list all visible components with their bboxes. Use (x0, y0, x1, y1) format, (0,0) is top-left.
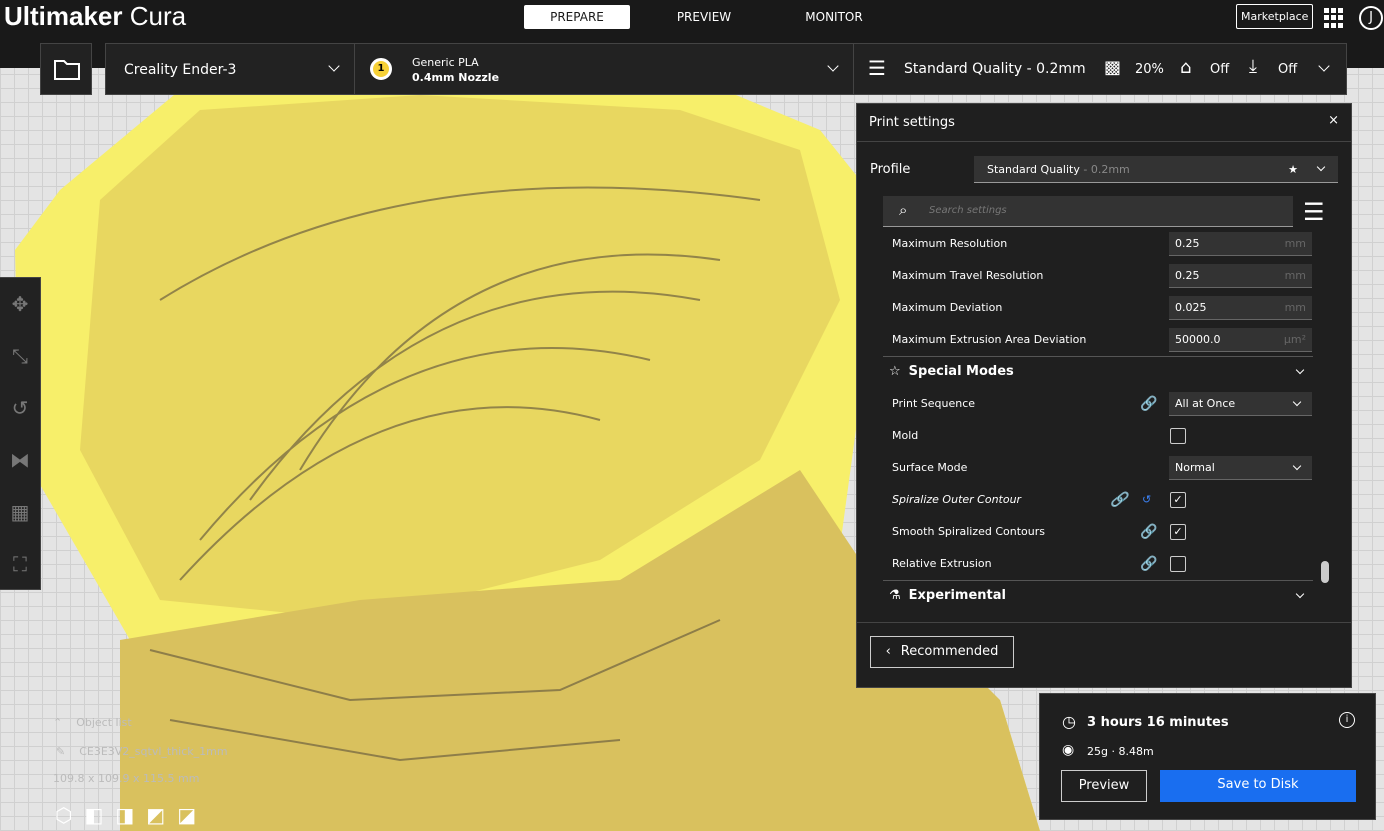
setting-input[interactable]: 0.025 mm (1169, 296, 1312, 320)
tab-prepare[interactable]: PREPARE (524, 5, 630, 29)
rotate-tool-icon[interactable]: ↺ (0, 382, 40, 434)
spool-icon: ◉ (1062, 742, 1075, 758)
profile-dropdown[interactable]: Standard Quality - 0.2mm ★ (974, 156, 1338, 183)
adhesion-value: Off (1278, 62, 1298, 77)
object-name[interactable]: ✎ CE3E3V2_sqtvl_thick_1mm (56, 745, 228, 758)
category-experimental[interactable]: ⚗ Experimental (883, 580, 1313, 612)
scale-tool-icon[interactable]: ⤡ (0, 330, 40, 382)
extruder-badge: 1 (370, 58, 392, 80)
quality-profile: Standard Quality - 0.2mm (904, 61, 1086, 77)
infill-icon: ▩ (1104, 57, 1122, 78)
mold-checkbox[interactable] (1170, 428, 1186, 444)
panel-title: Print settings (869, 115, 955, 130)
view-top-icon[interactable]: ◨ (115, 803, 134, 827)
material-name: Generic PLA (412, 56, 479, 69)
printer-selector[interactable]: Creality Ender-3 (105, 43, 355, 95)
info-icon[interactable]: i (1339, 712, 1355, 728)
material-usage: 25g · 8.48m (1087, 745, 1154, 758)
link-icon: 🔗 (1140, 396, 1158, 412)
surface-mode-dropdown[interactable]: Normal (1169, 456, 1312, 480)
app-logo: Ultimaker Cura (4, 1, 187, 31)
support-icon: ⌂ (1180, 57, 1192, 78)
marketplace-button[interactable]: Marketplace (1236, 4, 1314, 29)
printer-name: Creality Ender-3 (124, 62, 237, 78)
chevron-down-icon (328, 60, 340, 72)
setting-row: Surface Mode Normal (892, 452, 1312, 484)
flask-icon: ⚗ (889, 588, 901, 603)
tab-preview[interactable]: PREVIEW (648, 5, 760, 29)
scrollbar[interactable] (1321, 561, 1329, 583)
infill-value: 20% (1135, 62, 1164, 77)
link-icon: 🔗 (1140, 556, 1158, 572)
reset-icon[interactable]: ↺ (1142, 484, 1151, 516)
chevron-down-icon (1318, 60, 1330, 72)
per-model-settings-icon[interactable]: ▦ (0, 486, 40, 538)
print-sequence-dropdown[interactable]: All at Once (1169, 392, 1312, 416)
setting-input[interactable]: 0.25 mm (1169, 264, 1312, 288)
setting-row: Maximum Resolution 0.25 mm (892, 228, 1312, 260)
adhesion-icon: ⤓ (1249, 56, 1257, 77)
setting-row: Maximum Deviation 0.025 mm (892, 292, 1312, 324)
print-time: 3 hours 16 minutes (1087, 715, 1229, 730)
save-to-disk-button[interactable]: Save to Disk (1160, 770, 1356, 802)
tool-bar: ✥ ⤡ ↺ ⧓ ▦ ⛶ (0, 277, 41, 590)
search-settings-input[interactable]: ⌕ Search settings (883, 196, 1293, 227)
mirror-tool-icon[interactable]: ⧓ (0, 434, 40, 486)
search-icon: ⌕ (899, 201, 908, 219)
print-settings-selector[interactable]: ☰ Standard Quality - 0.2mm ▩ 20% ⌂ Off ⤓… (853, 43, 1347, 95)
setting-input[interactable]: 0.25 mm (1169, 232, 1312, 256)
open-file-button[interactable] (40, 43, 92, 95)
view-front-icon[interactable]: ◧ (84, 803, 103, 827)
close-icon[interactable]: × (1328, 113, 1339, 128)
support-blocker-icon[interactable]: ⛶ (0, 538, 40, 590)
setting-row: Smooth Spiralized Contours 🔗 ✓ (892, 516, 1312, 548)
view-right-icon[interactable]: ◪ (177, 803, 196, 827)
preview-button[interactable]: Preview (1061, 770, 1147, 802)
setting-row: Relative Extrusion 🔗 (892, 548, 1312, 580)
spiralize-checkbox[interactable]: ✓ (1170, 492, 1186, 508)
view-3d-icon[interactable]: ⬡ (55, 803, 72, 827)
smooth-spiral-checkbox[interactable]: ✓ (1170, 524, 1186, 540)
link-icon: 🔗 (1110, 492, 1128, 508)
nozzle-size: 0.4mm Nozzle (412, 71, 500, 84)
chevron-down-icon (1316, 162, 1326, 172)
relative-extrusion-checkbox[interactable] (1170, 556, 1186, 572)
setting-row: Maximum Travel Resolution 0.25 mm (892, 260, 1312, 292)
print-settings-panel: Print settings × Profile Standard Qualit… (856, 103, 1352, 688)
star-icon[interactable]: ★ (1288, 156, 1298, 183)
folder-icon (54, 60, 80, 80)
sliders-icon: ☰ (868, 56, 886, 80)
account-avatar[interactable]: J (1359, 6, 1383, 30)
object-list-toggle[interactable]: ⌃ Object list (53, 716, 132, 729)
apps-grid-icon[interactable] (1324, 8, 1344, 28)
settings-menu-icon[interactable]: ☰ (1303, 198, 1325, 226)
material-selector[interactable]: 1 Generic PLA 0.4mm Nozzle (354, 43, 854, 95)
setting-row: Mold (892, 420, 1312, 452)
setting-input[interactable]: 50000.0 μm² (1169, 328, 1312, 352)
view-left-icon[interactable]: ◩ (146, 803, 165, 827)
link-icon: 🔗 (1140, 524, 1158, 540)
tab-monitor[interactable]: MONITOR (778, 5, 890, 29)
setting-row: Maximum Extrusion Area Deviation 50000.0 μ… (892, 324, 1312, 356)
setting-row: Spiralize Outer Contour 🔗 ↺ ✓ (892, 484, 1312, 516)
clock-icon: ◷ (1062, 712, 1076, 731)
recommended-button[interactable]: ‹ Recommended (870, 636, 1014, 668)
profile-label: Profile (870, 162, 911, 177)
print-estimate-panel: ◷ 3 hours 16 minutes i ◉ 25g · 8.48m Pre… (1039, 693, 1376, 820)
chevron-down-icon (827, 60, 839, 72)
support-value: Off (1210, 62, 1230, 77)
top-bar: Ultimaker Cura PREPARE PREVIEW MONITOR M… (0, 0, 1384, 36)
star-outline-icon: ☆ (889, 364, 901, 379)
move-tool-icon[interactable]: ✥ (0, 278, 40, 330)
setting-row: Print Sequence 🔗 All at Once (892, 388, 1312, 420)
object-dimensions: 109.8 x 109.9 x 115.5 mm (53, 772, 200, 785)
category-special-modes[interactable]: ☆ Special Modes (883, 356, 1313, 388)
